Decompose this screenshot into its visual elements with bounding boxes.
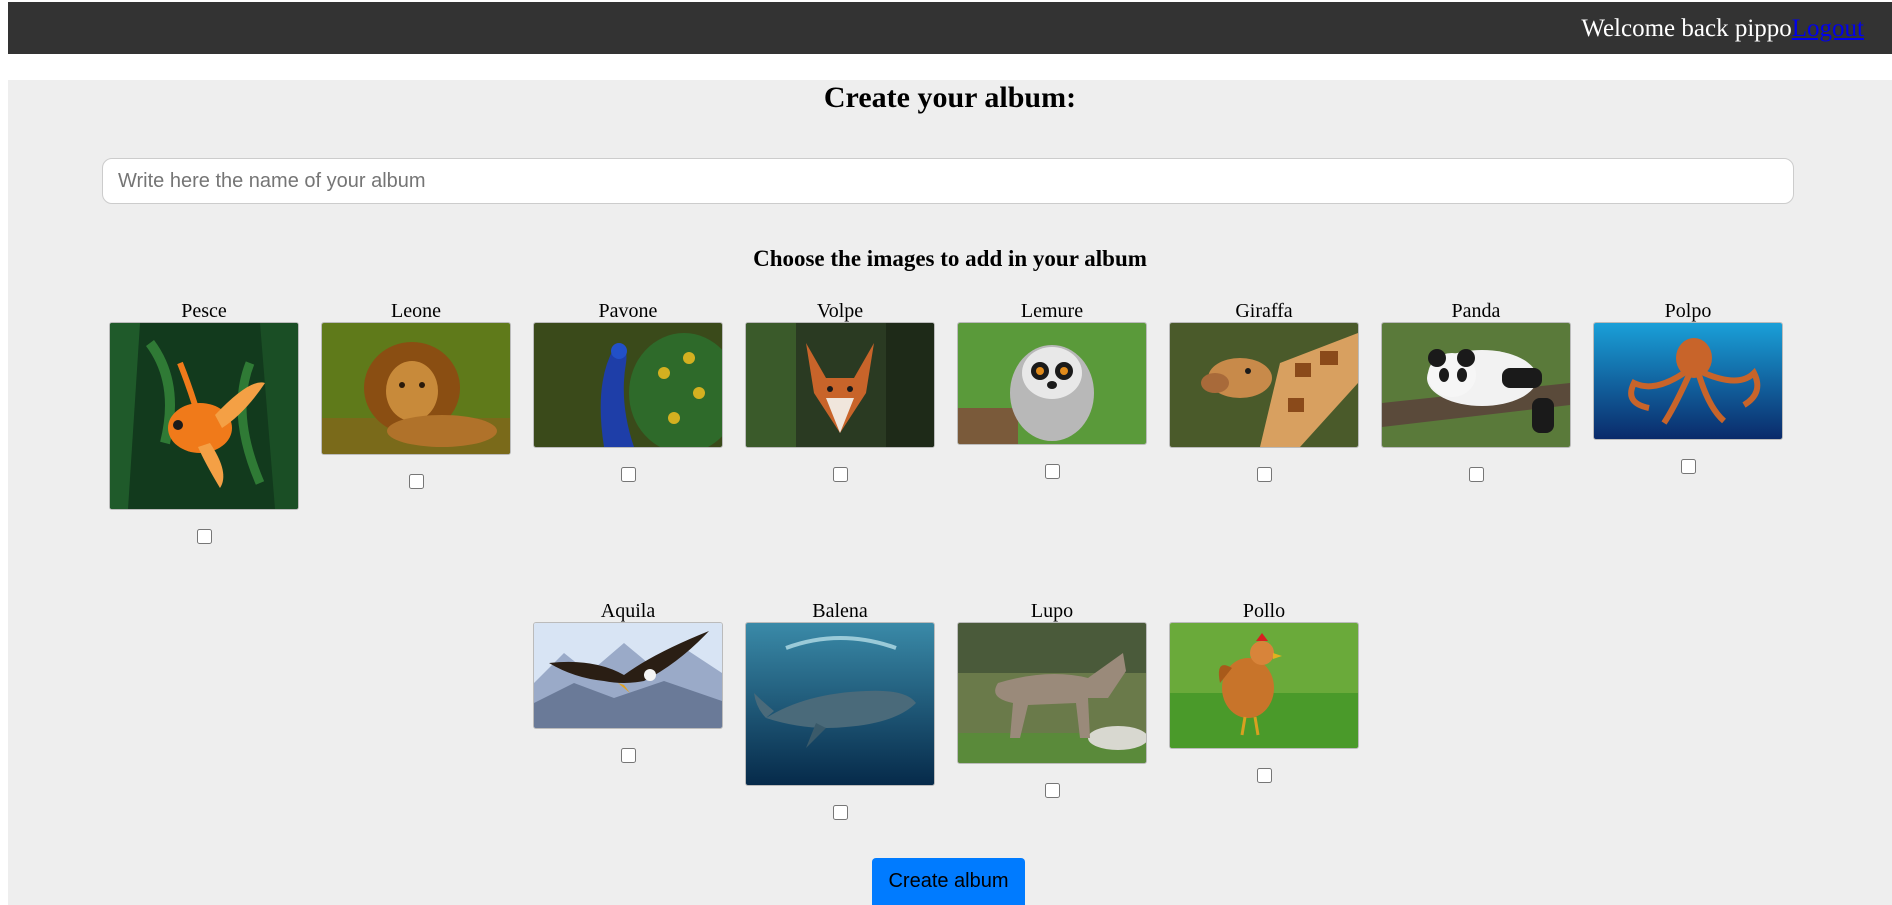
wolf-photo	[957, 622, 1147, 764]
peacock-photo	[533, 322, 723, 448]
image-card-pesce: Pesce	[109, 300, 299, 544]
welcome-text: Welcome back pippo	[1581, 15, 1792, 42]
image-checkbox-polpo[interactable]	[1680, 459, 1696, 474]
image-label: Pesce	[181, 300, 227, 322]
image-checkbox-lemure[interactable]	[1044, 464, 1060, 479]
image-label: Lupo	[1030, 600, 1074, 622]
fox-photo	[745, 322, 935, 448]
image-card-panda: Panda	[1381, 300, 1571, 482]
image-label: Polpo	[1664, 300, 1712, 322]
image-checkbox-lupo[interactable]	[1044, 783, 1060, 798]
image-card-lemure: Lemure	[957, 300, 1147, 479]
image-card-balena: Balena	[745, 600, 935, 820]
image-checkbox-giraffa[interactable]	[1256, 467, 1272, 482]
album-name-input[interactable]	[102, 158, 1794, 204]
image-card-lupo: Lupo	[957, 600, 1147, 798]
image-card-giraffa: Giraffa	[1169, 300, 1359, 482]
whale-photo	[745, 622, 935, 786]
chicken-photo	[1169, 622, 1359, 749]
choose-images-title: Choose the images to add in your album	[753, 246, 1147, 271]
image-label: Pollo	[1242, 600, 1286, 622]
image-checkbox-pollo[interactable]	[1256, 768, 1272, 783]
image-card-leone: Leone	[321, 300, 511, 489]
image-label: Pavone	[598, 300, 658, 322]
image-label: Giraffa	[1235, 300, 1293, 322]
image-label: Balena	[812, 600, 868, 622]
image-card-aquila: Aquila	[533, 600, 723, 763]
image-card-volpe: Volpe	[745, 300, 935, 482]
image-checkbox-volpe[interactable]	[832, 467, 848, 482]
image-label: Lemure	[1020, 300, 1084, 322]
create-album-button[interactable]: Create album	[872, 858, 1025, 905]
octopus-photo	[1593, 322, 1783, 440]
image-label: Leone	[391, 300, 441, 322]
image-checkbox-aquila[interactable]	[620, 748, 636, 763]
image-checkbox-balena[interactable]	[832, 805, 848, 820]
giraffe-photo	[1169, 322, 1359, 448]
lion-photo	[321, 322, 511, 455]
image-label: Aquila	[600, 600, 656, 622]
image-checkbox-pesce[interactable]	[196, 529, 212, 544]
image-card-polpo: Polpo	[1593, 300, 1783, 474]
lemur-photo	[957, 322, 1147, 445]
welcome-message: Welcome back pippoLogout	[1581, 15, 1864, 43]
image-checkbox-pavone[interactable]	[620, 467, 636, 482]
image-label: Panda	[1451, 300, 1501, 322]
top-navbar: Welcome back pippoLogout	[8, 2, 1892, 54]
create-album-panel: Create your album: Choose the images to …	[8, 80, 1892, 905]
image-card-pavone: Pavone	[533, 300, 723, 482]
image-label: Volpe	[816, 300, 864, 322]
image-checkbox-panda[interactable]	[1468, 467, 1484, 482]
goldfish-photo	[109, 322, 299, 510]
logout-link[interactable]: Logout	[1792, 15, 1864, 42]
page-title: Create your album:	[823, 81, 1077, 114]
image-card-pollo: Pollo	[1169, 600, 1359, 783]
eagle-photo	[533, 622, 723, 729]
image-checkbox-leone[interactable]	[408, 474, 424, 489]
panda-photo	[1381, 322, 1571, 448]
